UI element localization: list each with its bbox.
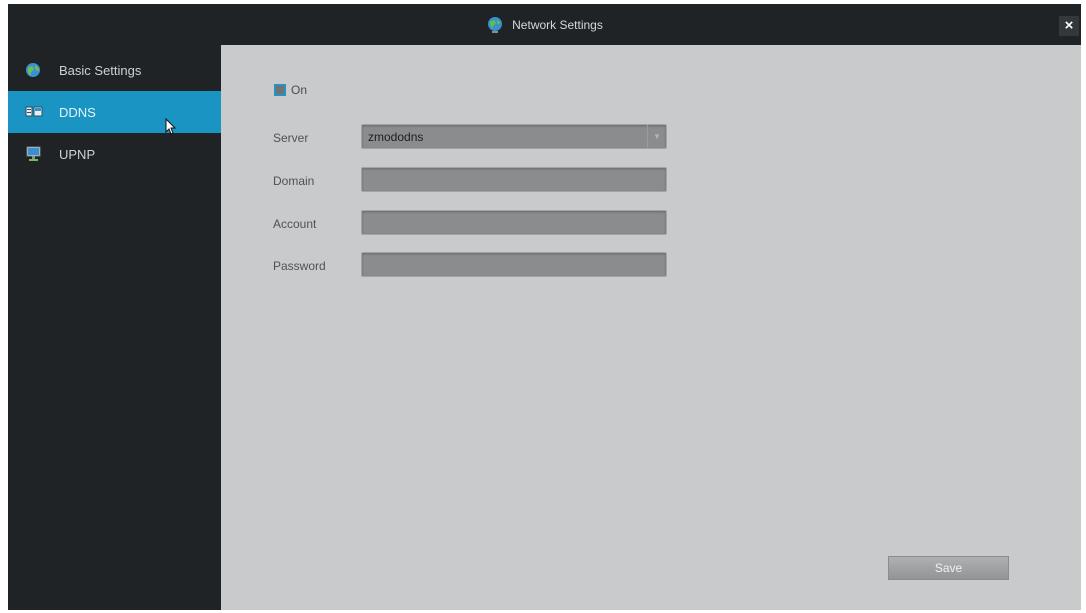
ddns-settings-panel: On Server zmododns ▼ Domain Account Pass…: [221, 45, 1081, 610]
network-settings-window: Network Settings × Basic Settings DDNS U…: [8, 4, 1081, 610]
save-button[interactable]: Save: [888, 556, 1009, 580]
server-label: Server: [273, 131, 309, 145]
password-label: Password: [273, 259, 326, 273]
sidebar-item-label: UPNP: [59, 146, 96, 162]
close-button[interactable]: ×: [1059, 16, 1079, 36]
title-group: Network Settings: [8, 4, 1081, 45]
enable-label: On: [291, 83, 308, 97]
domain-label: Domain: [273, 174, 315, 188]
chevron-down-icon: ▼: [647, 125, 666, 148]
sidebar-item-label: DDNS: [59, 104, 96, 120]
enable-row: On: [274, 83, 307, 97]
title-bar: Network Settings ×: [8, 4, 1081, 45]
monitor-icon: [25, 146, 43, 162]
sidebar-item-basic-settings[interactable]: Basic Settings: [8, 49, 221, 91]
window-title: Network Settings: [512, 17, 603, 32]
password-field[interactable]: [361, 252, 667, 277]
account-label: Account: [273, 217, 317, 231]
globe-icon: [486, 16, 504, 34]
network-icon: [25, 62, 43, 78]
sidebar-item-label: Basic Settings: [59, 62, 142, 78]
sidebar: Basic Settings DDNS UPNP: [8, 45, 221, 610]
sidebar-item-upnp[interactable]: UPNP: [8, 133, 221, 175]
account-field[interactable]: [361, 210, 667, 235]
ddns-icon: [25, 104, 43, 120]
close-icon: ×: [1064, 17, 1074, 34]
sidebar-item-ddns[interactable]: DDNS: [8, 91, 221, 133]
server-select-value: zmododns: [368, 129, 424, 144]
enable-checkbox[interactable]: [274, 84, 286, 96]
domain-field[interactable]: [361, 167, 667, 192]
mouse-cursor-icon: [165, 118, 177, 135]
save-button-label: Save: [934, 561, 963, 575]
server-select[interactable]: zmododns ▼: [361, 124, 667, 149]
